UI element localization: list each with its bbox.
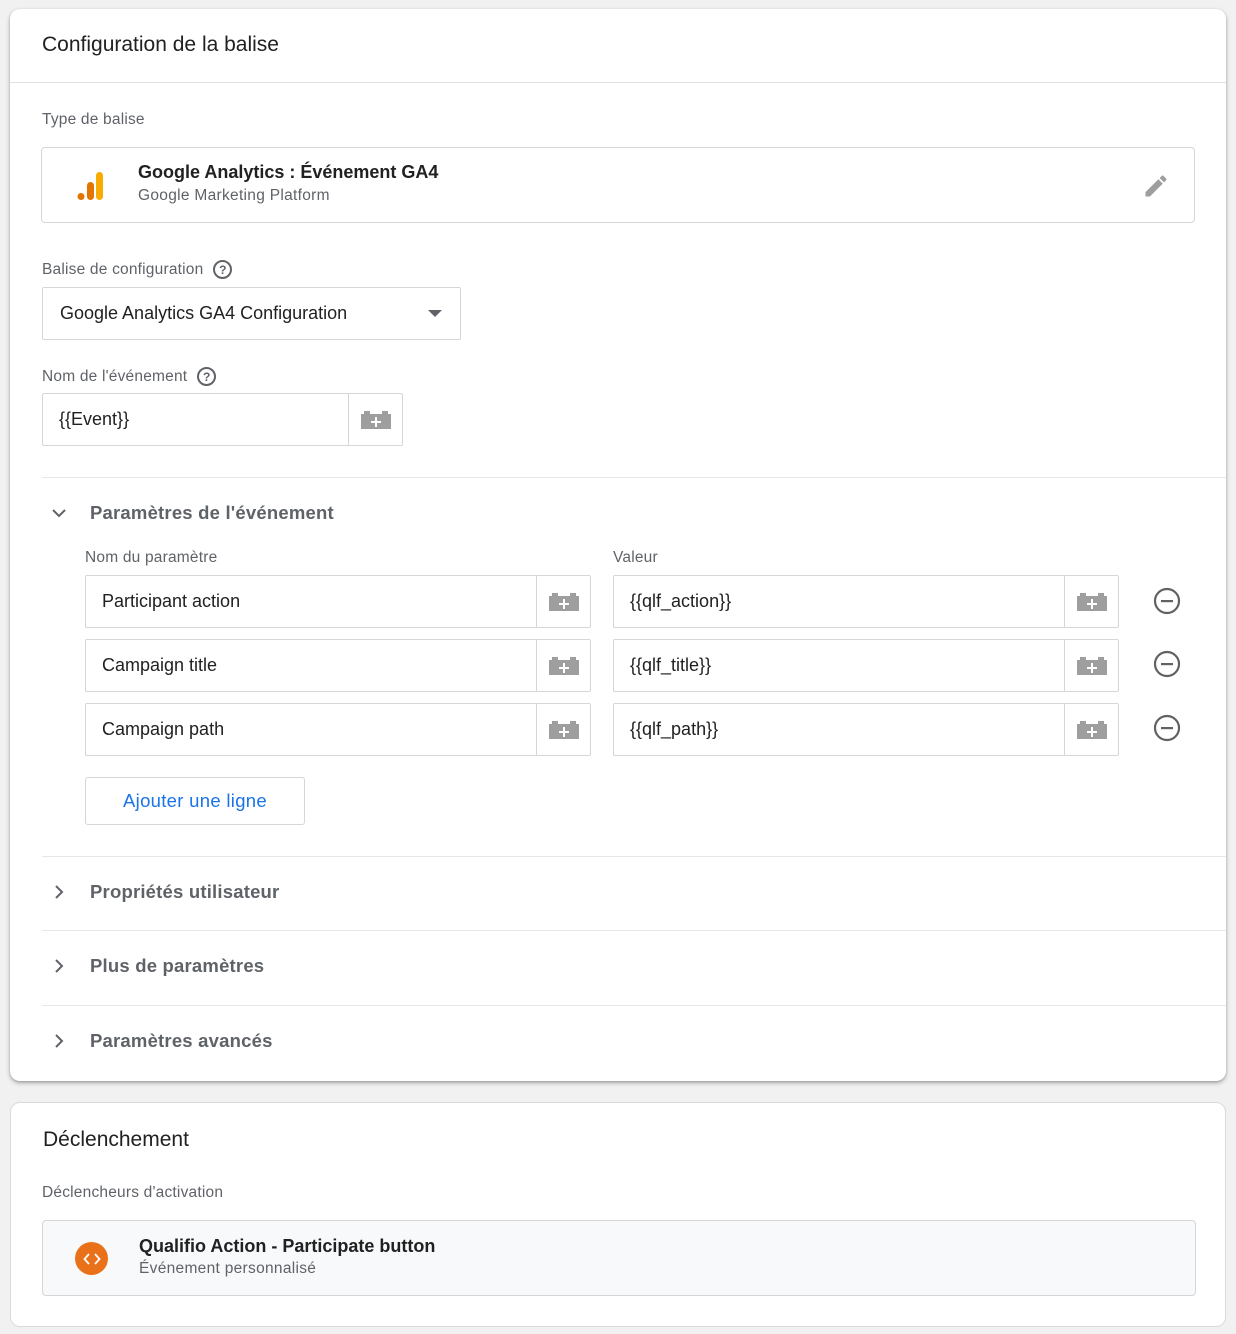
config-tag-select[interactable]: Google Analytics GA4 Configuration	[42, 287, 461, 340]
variable-picker-button[interactable]	[536, 640, 590, 691]
event-name-label: Nom de l'événement ?	[42, 367, 217, 386]
param-name-value: Campaign title	[102, 655, 218, 675]
event-name-label-text: Nom de l'événement	[42, 367, 188, 385]
more-settings-section-header[interactable]: Plus de paramètres	[50, 951, 264, 981]
variable-brick-icon	[360, 410, 391, 429]
remove-row-icon[interactable]	[1153, 714, 1181, 742]
section-divider	[42, 1005, 1226, 1006]
section-divider	[42, 477, 1226, 478]
variable-picker-button[interactable]	[348, 394, 402, 445]
chevron-right-icon	[50, 957, 68, 975]
variable-brick-icon	[548, 592, 579, 611]
tag-type-provider: Google Marketing Platform	[138, 187, 330, 204]
variable-brick-icon	[1076, 720, 1107, 739]
help-icon[interactable]: ?	[197, 367, 217, 386]
variable-picker-button[interactable]	[1064, 704, 1118, 755]
param-name-input[interactable]: Participant action	[85, 575, 591, 628]
event-params-title: Paramètres de l'événement	[90, 502, 334, 523]
variable-picker-button[interactable]	[1064, 576, 1118, 627]
param-value-value: {{qlf_title}}	[630, 655, 712, 675]
trigger-type: Événement personnalisé	[139, 1260, 317, 1277]
trigger-name: Qualifio Action - Participate button	[139, 1236, 436, 1256]
section-divider	[42, 930, 1226, 931]
advanced-settings-section-header[interactable]: Paramètres avancés	[50, 1026, 273, 1056]
firing-triggers-label-text: Déclencheurs d'activation	[42, 1184, 224, 1201]
variable-brick-icon	[1076, 592, 1107, 611]
tag-configuration-title: Configuration de la balise	[42, 33, 279, 56]
tag-type-selector[interactable]: Google Analytics : Événement GA4 Google …	[41, 147, 1195, 223]
triggering-title: Déclenchement	[43, 1128, 189, 1151]
tag-type-name: Google Analytics : Événement GA4	[138, 162, 439, 182]
tag-type-label-text: Type de balise	[42, 111, 145, 128]
chevron-right-icon	[50, 1032, 68, 1050]
more-settings-title: Plus de paramètres	[90, 955, 265, 976]
param-name-input[interactable]: Campaign title	[85, 639, 591, 692]
tag-configuration-card: Configuration de la balise Type de balis…	[10, 9, 1226, 1081]
event-params-section-header[interactable]: Paramètres de l'événement	[50, 498, 334, 528]
param-name-input[interactable]: Campaign path	[85, 703, 591, 756]
variable-brick-icon	[548, 656, 579, 675]
param-name-value: Campaign path	[102, 719, 225, 739]
triggering-card: Déclenchement Déclencheurs d'activation …	[10, 1102, 1226, 1327]
remove-row-icon[interactable]	[1153, 587, 1181, 615]
user-properties-section-header[interactable]: Propriétés utilisateur	[50, 877, 279, 907]
param-value-input[interactable]: {{qlf_path}}	[613, 703, 1119, 756]
param-value-value: {{qlf_action}}	[630, 591, 732, 611]
user-properties-title: Propriétés utilisateur	[90, 881, 280, 902]
tag-type-label: Type de balise	[42, 111, 145, 129]
variable-brick-icon	[1076, 656, 1107, 675]
advanced-settings-title: Paramètres avancés	[90, 1030, 273, 1051]
config-tag-label-text: Balise de configuration	[42, 260, 204, 278]
trigger-item[interactable]: Qualifio Action - Participate button Évé…	[42, 1220, 1196, 1296]
help-icon[interactable]: ?	[213, 260, 233, 279]
event-name-value: {{Event}}	[59, 409, 130, 429]
variable-picker-button[interactable]	[1064, 640, 1118, 691]
param-name-column-label: Nom du paramètre	[85, 549, 218, 566]
event-name-input[interactable]: {{Event}}	[42, 393, 403, 446]
config-tag-value: Google Analytics GA4 Configuration	[60, 303, 348, 323]
title-divider	[10, 82, 1226, 83]
config-tag-label: Balise de configuration ?	[42, 260, 233, 279]
custom-event-icon	[75, 1242, 108, 1275]
variable-brick-icon	[548, 720, 579, 739]
google-analytics-icon	[77, 172, 103, 200]
section-divider	[42, 856, 1226, 857]
chevron-right-icon	[50, 883, 68, 901]
firing-triggers-label: Déclencheurs d'activation	[42, 1184, 223, 1202]
remove-row-icon[interactable]	[1153, 650, 1181, 678]
pencil-icon[interactable]	[1142, 172, 1170, 200]
dropdown-arrow-icon	[428, 310, 442, 317]
param-value-column-label: Valeur	[613, 549, 658, 566]
param-value-value: {{qlf_path}}	[630, 719, 719, 739]
param-value-input[interactable]: {{qlf_action}}	[613, 575, 1119, 628]
add-row-button[interactable]: Ajouter une ligne	[85, 777, 305, 825]
variable-picker-button[interactable]	[536, 704, 590, 755]
param-value-input[interactable]: {{qlf_title}}	[613, 639, 1119, 692]
variable-picker-button[interactable]	[536, 576, 590, 627]
param-name-value: Participant action	[102, 591, 241, 611]
chevron-down-icon	[50, 504, 68, 522]
